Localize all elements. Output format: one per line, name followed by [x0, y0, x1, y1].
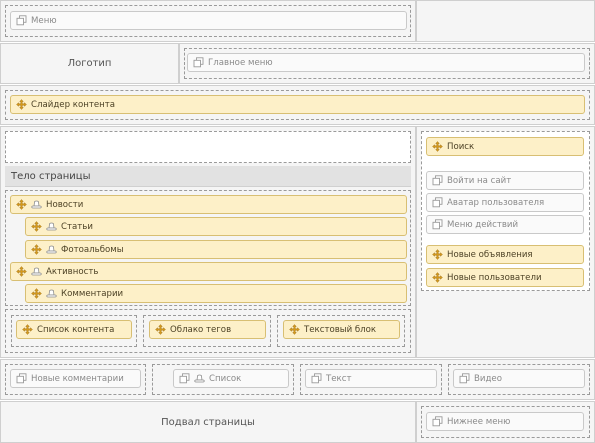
move-arrows-icon[interactable] [31, 221, 42, 232]
copy-pages-icon [16, 373, 27, 384]
new-users-label: Новые пользователи [447, 272, 542, 283]
move-arrows-icon[interactable] [432, 272, 443, 283]
new-comments-label: Новые комментарии [31, 373, 124, 384]
action-menu-block[interactable]: Меню действий [426, 215, 584, 234]
copy-pages-icon [432, 175, 443, 186]
list-block[interactable]: Список [173, 369, 289, 388]
action-menu-label: Меню действий [447, 219, 519, 230]
activity-label: Активность [46, 266, 99, 277]
video-label: Видео [474, 373, 502, 384]
hat-icon [31, 199, 42, 210]
page-body-zone: Тело страницы Новости Статьи Фотоальбомы… [0, 126, 416, 358]
main-menu-zone: Главное меню [179, 43, 595, 84]
tag-cloud-label: Облако тегов [170, 324, 232, 335]
content-list-block[interactable]: Список контента [16, 320, 132, 339]
photo-albums-label: Фотоальбомы [61, 244, 124, 255]
news-block[interactable]: Новости [10, 195, 407, 214]
comments-block[interactable]: Комментарии [25, 284, 407, 303]
new-users-block[interactable]: Новые пользователи [426, 268, 584, 287]
activity-block[interactable]: Активность [10, 262, 407, 281]
hat-icon [46, 221, 57, 232]
copy-pages-icon [459, 373, 470, 384]
bottom-menu-block[interactable]: Нижнее меню [426, 412, 584, 431]
search-block[interactable]: Поиск [426, 137, 584, 156]
sidebar-zone: Поиск Войти на сайт Аватар пользователя … [416, 126, 595, 358]
main-menu-block[interactable]: Главное меню [187, 53, 585, 72]
user-avatar-block[interactable]: Аватар пользователя [426, 193, 584, 212]
hat-icon [194, 373, 205, 384]
user-avatar-label: Аватар пользователя [447, 197, 545, 208]
menu-block[interactable]: Меню [10, 11, 407, 30]
bottom-menu-label: Нижнее меню [447, 416, 511, 427]
hat-icon [46, 244, 57, 255]
page-footer-zone: Подвал страницы [0, 401, 416, 443]
copy-pages-icon [193, 57, 204, 68]
copy-pages-icon [179, 373, 190, 384]
new-ads-block[interactable]: Новые объявления [426, 245, 584, 264]
video-block[interactable]: Видео [453, 369, 585, 388]
articles-label: Статьи [61, 221, 93, 232]
content-slider-block[interactable]: Слайдер контента [10, 95, 585, 114]
tag-cloud-block[interactable]: Облако тегов [149, 320, 266, 339]
text-block[interactable]: Текст [305, 369, 437, 388]
page-footer-label: Подвал страницы [161, 416, 255, 428]
news-label: Новости [46, 199, 84, 210]
move-arrows-icon[interactable] [31, 288, 42, 299]
content-list-label: Список контента [37, 324, 115, 335]
list-label: Список [209, 373, 242, 384]
search-label: Поиск [447, 141, 475, 152]
move-arrows-icon[interactable] [31, 244, 42, 255]
copy-pages-icon [311, 373, 322, 384]
copy-pages-icon [16, 15, 27, 26]
copy-pages-icon [432, 197, 443, 208]
articles-block[interactable]: Статьи [25, 217, 407, 236]
logo-zone: Логотип [0, 43, 179, 84]
main-menu-block-label: Главное меню [208, 57, 273, 68]
slider-zone: Слайдер контента [0, 85, 595, 125]
login-label: Войти на сайт [447, 175, 512, 186]
header-empty-zone [416, 0, 595, 42]
text-block-label: Текстовый блок [304, 324, 377, 335]
copy-pages-icon [432, 219, 443, 230]
copy-pages-icon [432, 416, 443, 427]
move-arrows-icon[interactable] [289, 324, 300, 335]
footer-widgets-zone: Новые комментарии Список Текст Видео [0, 359, 595, 400]
text-label: Текст [326, 373, 352, 384]
move-arrows-icon[interactable] [16, 199, 27, 210]
text-block-block[interactable]: Текстовый блок [283, 320, 400, 339]
new-ads-label: Новые объявления [447, 249, 533, 260]
header-menu-zone: Меню [0, 0, 416, 42]
move-arrows-icon[interactable] [22, 324, 33, 335]
move-arrows-icon[interactable] [432, 249, 443, 260]
hat-icon [46, 288, 57, 299]
menu-block-label: Меню [31, 15, 57, 26]
move-arrows-icon[interactable] [155, 324, 166, 335]
content-slider-label: Слайдер контента [31, 99, 116, 110]
comments-label: Комментарии [61, 288, 124, 299]
bottom-menu-zone: Нижнее меню [416, 401, 595, 443]
new-comments-block[interactable]: Новые комментарии [10, 369, 141, 388]
move-arrows-icon[interactable] [16, 266, 27, 277]
photo-albums-block[interactable]: Фотоальбомы [25, 240, 407, 259]
move-arrows-icon[interactable] [432, 141, 443, 152]
move-arrows-icon[interactable] [16, 99, 27, 110]
hat-icon [31, 266, 42, 277]
page-body-title: Тело страницы [5, 166, 411, 187]
body-top-dropzone [5, 131, 411, 163]
logo-label: Логотип [67, 58, 112, 69]
login-block[interactable]: Войти на сайт [426, 171, 584, 190]
